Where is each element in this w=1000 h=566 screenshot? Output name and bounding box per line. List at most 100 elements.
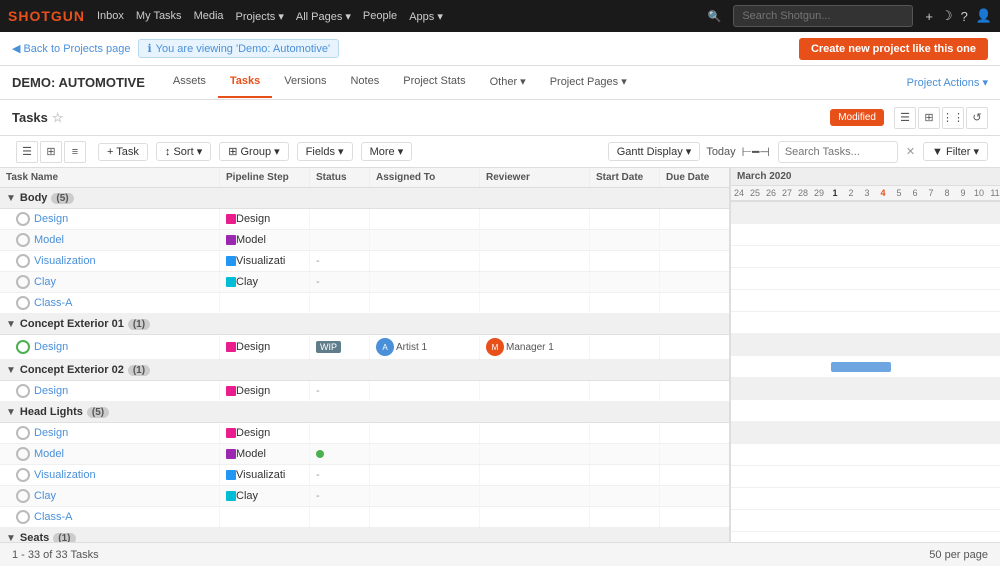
group-concept-ext-02: ▼ Concept Exterior 02 (1) xyxy=(0,360,729,381)
task-link[interactable]: Design xyxy=(34,427,68,439)
table-row: Design Design WIP A Artist 1 M Manager 1… xyxy=(0,335,729,360)
task-link[interactable]: Class-A xyxy=(34,511,73,523)
view-menu-icon[interactable]: ≡ xyxy=(64,141,86,163)
options-icon[interactable]: ⋮⋮ xyxy=(942,107,964,129)
more-btn[interactable]: More ▾ xyxy=(361,142,413,161)
tab-assets[interactable]: Assets xyxy=(161,67,218,98)
table-row: Design Design Head Lights xyxy=(0,423,729,444)
nav-allpages[interactable]: All Pages ▾ xyxy=(296,10,351,23)
nav-projects[interactable]: Projects ▾ xyxy=(236,10,284,23)
star-icon[interactable]: ☆ xyxy=(52,110,64,126)
gantt-day: 3 xyxy=(859,188,875,198)
collapse-body[interactable]: ▼ xyxy=(6,193,16,204)
tab-versions[interactable]: Versions xyxy=(272,67,338,98)
pipeline-color xyxy=(226,235,236,245)
collapse-concept-01[interactable]: ▼ xyxy=(6,319,16,330)
tab-project-pages[interactable]: Project Pages ▾ xyxy=(538,67,639,98)
task-link[interactable]: Design xyxy=(34,385,68,397)
gantt-day: 5 xyxy=(891,188,907,198)
moon-icon[interactable]: ☽ xyxy=(941,8,953,24)
reviewer-name: Manager 1 xyxy=(506,342,554,353)
refresh-icon[interactable]: ↺ xyxy=(966,107,988,129)
help-icon[interactable]: ? xyxy=(961,9,968,24)
fields-btn[interactable]: Fields ▾ xyxy=(297,142,353,161)
group-label: Concept Exterior 02 xyxy=(20,364,124,376)
nav-media[interactable]: Media xyxy=(194,10,224,22)
sub-nav: ◀ Back to Projects page ℹ You are viewin… xyxy=(0,32,1000,66)
view-list-icon[interactable]: ☰ xyxy=(16,141,38,163)
tab-tasks[interactable]: Tasks xyxy=(218,67,272,98)
nav-apps[interactable]: Apps ▾ xyxy=(409,10,443,23)
today-label: Today xyxy=(706,146,735,158)
task-link[interactable]: Model xyxy=(34,448,64,460)
status-badge: WIP xyxy=(316,341,341,353)
status-circle xyxy=(16,426,30,440)
pipeline-color xyxy=(226,256,236,266)
status-circle xyxy=(16,233,30,247)
search-tasks-input[interactable] xyxy=(778,141,898,163)
collapse-head-lights[interactable]: ▼ xyxy=(6,407,16,418)
user-avatar[interactable]: 👤 xyxy=(976,8,992,24)
add-task-btn[interactable]: + Task xyxy=(98,143,148,161)
nav-inbox[interactable]: Inbox xyxy=(97,10,124,22)
gantt-day: 28 xyxy=(795,188,811,198)
task-link[interactable]: Visualization xyxy=(34,255,96,267)
group-btn[interactable]: ⊞ Group ▾ xyxy=(219,142,288,161)
task-link[interactable]: Design xyxy=(34,213,68,225)
gantt-day: 1 xyxy=(827,188,843,198)
back-to-projects[interactable]: ◀ Back to Projects page xyxy=(12,42,130,55)
col-pipeline: Pipeline Step xyxy=(220,168,310,187)
task-link[interactable]: Clay xyxy=(34,276,56,288)
group-count: (1) xyxy=(128,365,150,376)
timeline-slider[interactable]: ⊢━⊣ xyxy=(742,145,770,159)
gantt-day: 10 xyxy=(971,188,987,198)
gantt-row xyxy=(731,488,1000,510)
task-link[interactable]: Class-A xyxy=(34,297,73,309)
tab-other[interactable]: Other ▾ xyxy=(478,67,538,98)
status-circle xyxy=(16,447,30,461)
nav-mytasks[interactable]: My Tasks xyxy=(136,10,182,22)
gantt-controls: Gantt Display ▾ Today ⊢━⊣ xyxy=(608,142,770,161)
add-icon[interactable]: + xyxy=(925,9,933,24)
col-status: Status xyxy=(310,168,370,187)
pipeline-color xyxy=(226,277,236,287)
table-row: Class-A Body xyxy=(0,293,729,314)
table-row: Clay Clay - Head Lights xyxy=(0,486,729,507)
global-search[interactable] xyxy=(733,5,913,27)
col-start: Start Date xyxy=(590,168,660,187)
avatar: A xyxy=(376,338,394,356)
filter-btn[interactable]: ▼ Filter ▾ xyxy=(923,142,988,161)
pagination-info: 1 - 33 of 33 Tasks xyxy=(12,549,99,561)
gantt-day: 27 xyxy=(779,188,795,198)
list-view-icon[interactable]: ☰ xyxy=(894,107,916,129)
top-nav: SHOTGUN Inbox My Tasks Media Projects ▾ … xyxy=(0,0,1000,32)
task-link[interactable]: Clay xyxy=(34,490,56,502)
top-nav-icons: + ☽ ? 👤 xyxy=(925,8,992,24)
tab-notes[interactable]: Notes xyxy=(338,67,391,98)
gantt-row xyxy=(731,444,1000,466)
viewing-info: ℹ You are viewing 'Demo: Automotive' xyxy=(138,39,339,58)
view-grid2-icon[interactable]: ⊞ xyxy=(40,141,62,163)
group-head-lights: ▼ Head Lights (5) xyxy=(0,402,729,423)
gantt-bar xyxy=(831,362,891,372)
grid-view-icon[interactable]: ⊞ xyxy=(918,107,940,129)
group-body-label: Body xyxy=(20,192,48,204)
modified-badge[interactable]: Modified xyxy=(830,109,884,126)
task-link[interactable]: Design xyxy=(34,341,68,353)
col-task-name: Task Name xyxy=(0,168,220,187)
collapse-seats[interactable]: ▼ xyxy=(6,533,16,543)
collapse-concept-02[interactable]: ▼ xyxy=(6,365,16,376)
group-body-count: (5) xyxy=(51,193,73,204)
gantt-row xyxy=(731,312,1000,334)
nav-people[interactable]: People xyxy=(363,10,397,22)
project-actions[interactable]: Project Actions ▾ xyxy=(907,76,988,89)
sort-btn[interactable]: ↕ Sort ▾ xyxy=(156,142,211,161)
gantt-day: 7 xyxy=(923,188,939,198)
create-project-btn[interactable]: Create new project like this one xyxy=(799,38,988,60)
gantt-display-btn[interactable]: Gantt Display ▾ xyxy=(608,142,701,161)
task-link[interactable]: Visualization xyxy=(34,469,96,481)
tab-project-stats[interactable]: Project Stats xyxy=(391,67,477,98)
task-link[interactable]: Model xyxy=(34,234,64,246)
search-clear-icon[interactable]: ✕ xyxy=(906,145,915,158)
gantt-day: 2 xyxy=(843,188,859,198)
